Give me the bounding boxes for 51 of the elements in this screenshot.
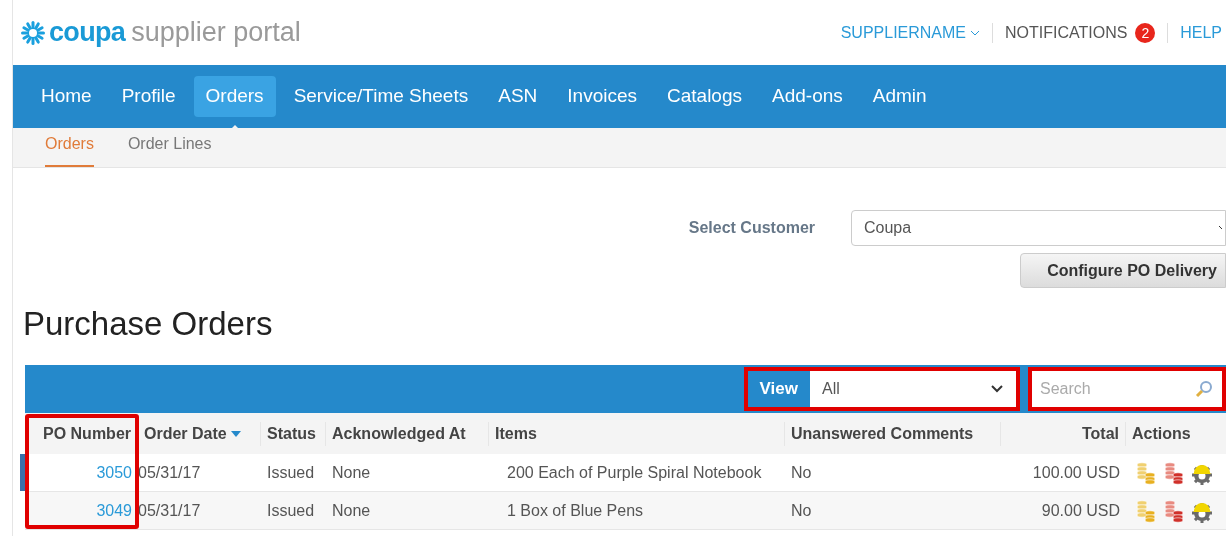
coin-stacks-icon[interactable] xyxy=(1162,460,1186,485)
search-box[interactable]: Search xyxy=(1028,367,1226,411)
table-cell: None xyxy=(332,463,371,481)
user-menu[interactable]: SUPPLIERNAME xyxy=(840,20,981,45)
column-header[interactable]: Total xyxy=(1001,421,1126,446)
column-header: Actions xyxy=(1126,421,1226,446)
page-title: Purchase Orders xyxy=(23,304,274,344)
column-header[interactable]: Status xyxy=(261,421,326,446)
nav-tab[interactable]: Orders xyxy=(193,76,276,117)
table-cell: 05/31/17 xyxy=(138,501,201,519)
po-number-link[interactable]: 3050 xyxy=(96,463,132,481)
table-cell: No xyxy=(791,501,812,519)
nav-tab[interactable]: Profile xyxy=(109,76,188,117)
table-cell: Issued xyxy=(267,463,315,481)
table-cell: No xyxy=(791,463,812,481)
notifications-link[interactable]: NOTIFICATIONS xyxy=(1005,20,1128,45)
column-header[interactable]: PO Number xyxy=(25,421,138,446)
sub-nav-tab[interactable]: Order Lines xyxy=(127,132,212,167)
column-header[interactable]: Acknowledged At xyxy=(326,421,489,446)
nav-tab[interactable]: ASN xyxy=(486,76,550,117)
nav-tab[interactable]: Admin xyxy=(860,76,939,117)
table-cell: Issued xyxy=(267,501,315,519)
table-cell: 90.00 USD xyxy=(1041,501,1120,519)
notification-count-badge: 2 xyxy=(1135,22,1156,43)
nav-tab[interactable]: Home xyxy=(29,76,104,117)
column-header[interactable]: Items xyxy=(489,421,785,446)
table-cell: 05/31/17 xyxy=(138,463,201,481)
nav-tab[interactable]: Catalogs xyxy=(655,76,754,117)
table-cell: 200 Each of Purple Spiral Notebook xyxy=(507,463,762,481)
select-customer-label: Select Customer xyxy=(688,218,815,238)
coin-stacks-icon[interactable] xyxy=(1162,498,1186,523)
view-value: All xyxy=(822,379,840,399)
table-cell: 100.00 USD xyxy=(1032,463,1120,481)
nav-tab[interactable]: Invoices xyxy=(555,76,649,117)
table-cell: None xyxy=(332,501,371,519)
column-header[interactable]: Unanswered Comments xyxy=(785,421,1001,446)
view-filter[interactable]: View All xyxy=(743,367,1020,411)
customer-select[interactable]: Coupa xyxy=(851,210,1226,246)
po-number-link[interactable]: 3049 xyxy=(96,501,132,519)
logo-brand: coupa xyxy=(49,19,126,46)
sub-nav-tab[interactable]: Orders xyxy=(45,132,94,167)
help-link[interactable]: HELP xyxy=(1180,20,1226,45)
nav-tab[interactable]: Add-ons xyxy=(760,76,855,117)
logo-product: supplier portal xyxy=(131,19,301,46)
column-header[interactable]: Order Date xyxy=(138,421,261,446)
nav-tab[interactable]: Service/Time Sheets xyxy=(281,76,481,117)
sort-down-icon xyxy=(230,430,241,437)
search-field[interactable]: Search xyxy=(1040,377,1180,401)
snowflake-logo-icon xyxy=(19,18,47,47)
configure-po-delivery-button[interactable]: Configure PO Delivery xyxy=(1020,253,1226,288)
table-cell: 1 Box of Blue Pens xyxy=(507,501,644,519)
